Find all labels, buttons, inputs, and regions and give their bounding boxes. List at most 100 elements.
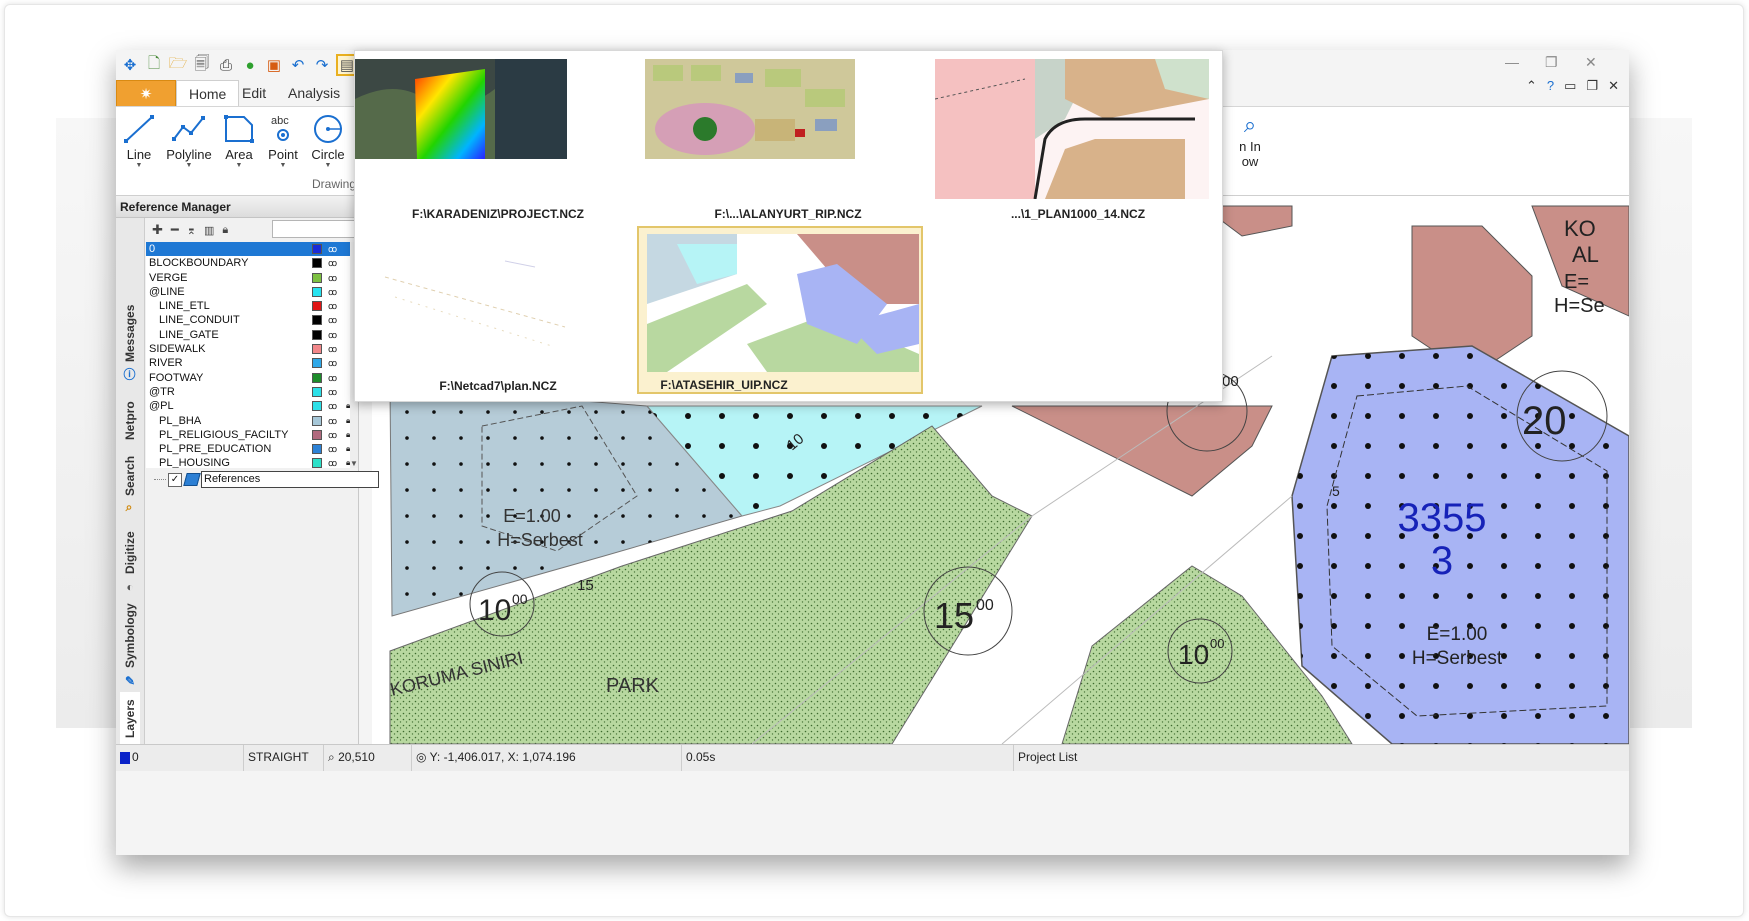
status-scale[interactable]: ⌕ 20,510: [324, 745, 412, 771]
print-icon[interactable]: ⎙: [216, 55, 236, 75]
status-draw-mode[interactable]: STRAIGHT: [244, 745, 324, 771]
remove-icon[interactable]: ━: [171, 222, 179, 238]
layer-row[interactable]: 0ꝏ: [146, 242, 350, 257]
layer-color-swatch[interactable]: [312, 329, 322, 340]
top-right-label-3: E=: [1564, 271, 1589, 293]
collapse-ribbon-icon[interactable]: ⌃: [1526, 78, 1537, 94]
visibility-icon[interactable]: ꝏ: [328, 371, 337, 385]
visibility-icon[interactable]: ꝏ: [328, 242, 337, 256]
project-item[interactable]: F:\Netcad7\plan.NCZ: [355, 227, 641, 395]
file-menu-button[interactable]: ✷: [116, 80, 176, 108]
visibility-icon[interactable]: ꝏ: [328, 399, 337, 413]
layer-row[interactable]: VERGE ꝏ: [146, 271, 350, 285]
visibility-icon[interactable]: ꝏ: [328, 442, 337, 456]
layer-color-swatch[interactable]: [312, 386, 322, 397]
layer-color-swatch[interactable]: [312, 258, 322, 269]
layer-tool-icon[interactable]: ▣: [264, 55, 284, 75]
maximize-icon[interactable]: ❐: [1545, 54, 1558, 71]
visibility-icon[interactable]: ꝏ: [328, 256, 337, 270]
undo-icon[interactable]: ↶: [288, 55, 308, 75]
reference-name-field[interactable]: References: [201, 471, 379, 488]
redo-icon[interactable]: ↷: [312, 55, 332, 75]
layer-row[interactable]: @PL ꝏ 🔒︎: [146, 399, 350, 413]
tab-symbology[interactable]: ✎ Symbology: [120, 598, 140, 688]
tab-analysis[interactable]: Analysis: [276, 80, 352, 106]
visibility-icon[interactable]: ꝏ: [328, 285, 337, 299]
zoom-in-window-button[interactable]: ⌕ n In ow: [1230, 111, 1270, 181]
layer-row[interactable]: @LINE ꝏ: [146, 285, 350, 299]
visibility-icon[interactable]: ꝏ: [328, 313, 337, 327]
tab-digitize[interactable]: ◐ Digitize: [120, 518, 140, 594]
visibility-icon[interactable]: ꝏ: [328, 342, 337, 356]
layer-row[interactable]: SIDEWALK ꝏ: [146, 342, 350, 356]
layer-color-swatch[interactable]: [312, 401, 322, 412]
tab-search[interactable]: ⌕ Search: [120, 444, 140, 514]
add-icon[interactable]: ✚: [152, 222, 163, 238]
layer-row[interactable]: BLOCKBOUNDARY ꝏ: [146, 256, 350, 270]
visibility-icon[interactable]: ꝏ: [328, 356, 337, 370]
visibility-icon[interactable]: ꝏ: [328, 328, 337, 342]
doc-close-icon[interactable]: ✕: [1608, 78, 1619, 94]
polyline-button[interactable]: Polyline ▼: [162, 111, 216, 181]
layer-row[interactable]: PL_RELIGIOUS_FACILTY ꝏ 🔒︎: [146, 428, 350, 442]
visibility-icon[interactable]: ꝏ: [328, 271, 337, 285]
open-folder-icon[interactable]: 🗁: [168, 55, 188, 75]
tab-netpro[interactable]: Netpro: [120, 386, 140, 440]
project-item[interactable]: F:\KARADENIZ\PROJECT.NCZ: [355, 51, 641, 221]
help-icon[interactable]: ?: [1547, 78, 1554, 94]
layer-color-swatch[interactable]: [312, 301, 322, 312]
layer-color-swatch[interactable]: [312, 415, 322, 426]
reference-checkbox[interactable]: ✓: [168, 473, 182, 487]
layer-list[interactable]: 0 ꝏ BLOCKBOUNDARY ꝏ VERGE ꝏ @LINE ꝏ LINE_ETL ꝏ LIN…: [146, 242, 350, 468]
layer-row[interactable]: FOOTWAY ꝏ: [146, 371, 350, 385]
rename-icon[interactable]: ⌆: [187, 224, 196, 237]
scroll-down-icon[interactable]: ▼: [350, 459, 358, 468]
doc-minimize-icon[interactable]: ▭: [1564, 78, 1576, 94]
layer-color-swatch[interactable]: [312, 315, 322, 326]
save-as-icon[interactable]: 🗐: [192, 55, 212, 75]
layer-color-swatch[interactable]: [312, 272, 322, 283]
project-item-selected[interactable]: F:\ATASEHIR_UIP.NCZ: [637, 226, 923, 394]
doc-restore-icon[interactable]: ❐: [1586, 78, 1598, 94]
visibility-icon[interactable]: ꝏ: [328, 385, 337, 399]
project-item[interactable]: F:\...\ALANYURT_RIP.NCZ: [645, 51, 931, 221]
setback-label-15: 15: [577, 577, 594, 594]
layer-row[interactable]: LINE_ETL ꝏ: [146, 299, 350, 313]
layer-row[interactable]: LINE_GATE ꝏ: [146, 328, 350, 342]
lock-icon[interactable]: 🔒︎: [222, 224, 228, 237]
visibility-icon[interactable]: ꝏ: [328, 456, 337, 468]
visibility-icon[interactable]: ꝏ: [328, 299, 337, 313]
layer-color-swatch[interactable]: [312, 372, 322, 383]
layer-filter-input[interactable]: [272, 220, 360, 238]
new-file-icon[interactable]: 🗋: [144, 55, 164, 75]
layer-color-swatch[interactable]: [312, 344, 322, 355]
layer-color-swatch[interactable]: [312, 444, 322, 455]
circle-button[interactable]: Circle ▼: [301, 111, 355, 181]
tab-messages[interactable]: ⓘ Messages: [120, 292, 140, 380]
chat-icon[interactable]: ●: [240, 55, 260, 75]
layer-row[interactable]: @TR ꝏ: [146, 385, 350, 399]
layer-color-swatch[interactable]: [312, 429, 322, 440]
status-current-layer[interactable]: 0: [116, 745, 244, 771]
layer-row[interactable]: LINE_CONDUIT ꝏ: [146, 313, 350, 327]
layer-color-swatch[interactable]: [312, 358, 322, 369]
project-item[interactable]: ...\1_PLAN1000_14.NCZ: [935, 51, 1221, 221]
reference-tree-item[interactable]: ✓ References: [146, 470, 379, 490]
layer-row[interactable]: PL_HOUSING ꝏ 🔒︎: [146, 456, 350, 468]
line-button[interactable]: Line ▼: [116, 111, 166, 181]
layer-row[interactable]: PL_BHA ꝏ 🔒︎: [146, 414, 350, 428]
properties-icon[interactable]: ▥: [204, 224, 214, 237]
layer-row[interactable]: RIVER ꝏ: [146, 356, 350, 370]
compass-icon[interactable]: ✥: [120, 55, 140, 75]
parcel-block-label: 3: [1431, 539, 1453, 583]
visibility-icon[interactable]: ꝏ: [328, 414, 337, 428]
visibility-icon[interactable]: ꝏ: [328, 428, 337, 442]
layer-color-swatch[interactable]: [312, 286, 322, 297]
status-project-list[interactable]: Project List: [1014, 745, 1629, 771]
layer-row[interactable]: PL_PRE_EDUCATION ꝏ 🔒︎: [146, 442, 350, 456]
tab-edit[interactable]: Edit: [230, 80, 278, 106]
layer-color-swatch[interactable]: [312, 458, 322, 468]
close-icon[interactable]: ✕: [1585, 54, 1597, 71]
minimize-icon[interactable]: —: [1505, 54, 1519, 70]
layer-color-swatch[interactable]: [312, 244, 322, 254]
